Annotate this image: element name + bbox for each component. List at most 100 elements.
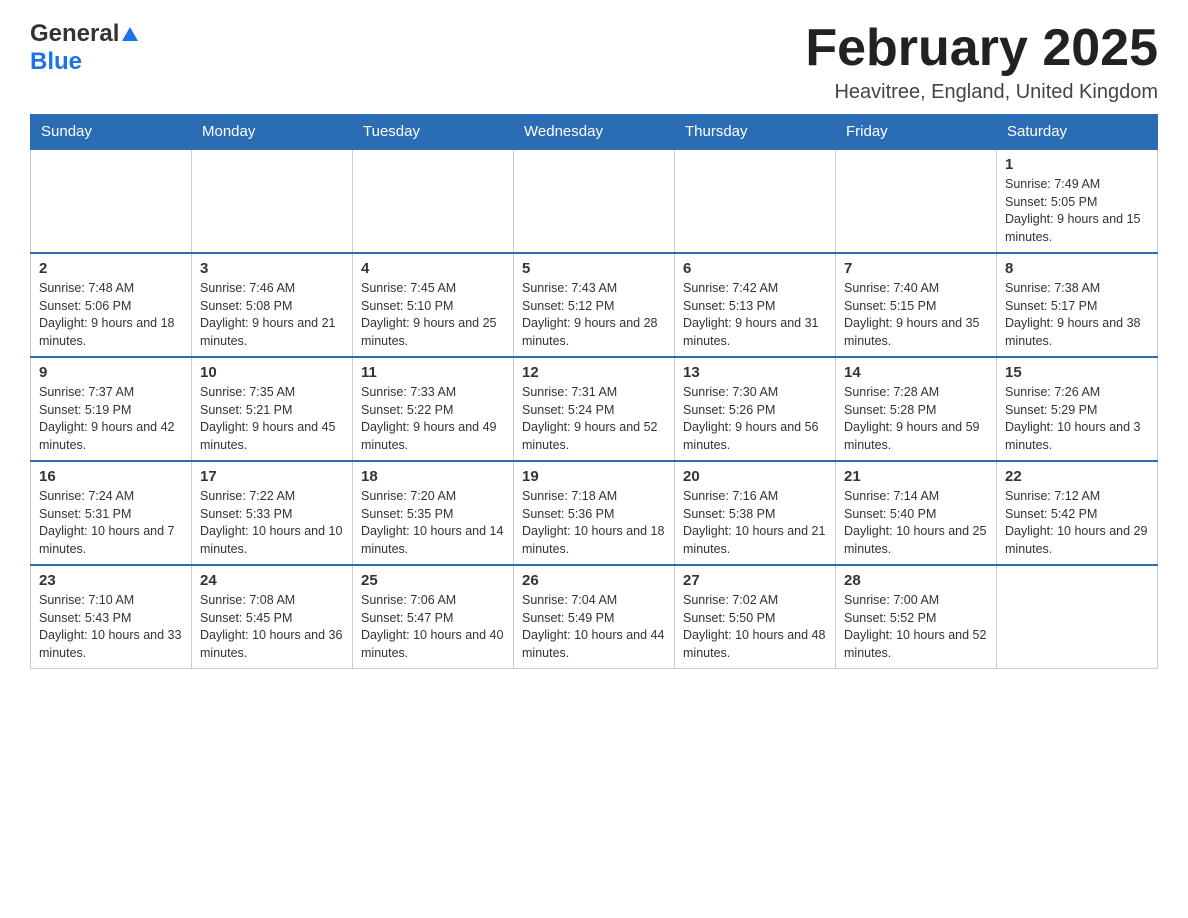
- calendar-header-row: Sunday Monday Tuesday Wednesday Thursday…: [31, 115, 1158, 150]
- day-info: Sunrise: 7:02 AM Sunset: 5:50 PM Dayligh…: [683, 592, 827, 662]
- day-info: Sunrise: 7:38 AM Sunset: 5:17 PM Dayligh…: [1005, 280, 1149, 350]
- day-number: 12: [522, 364, 666, 381]
- day-number: 6: [683, 260, 827, 277]
- day-info: Sunrise: 7:16 AM Sunset: 5:38 PM Dayligh…: [683, 488, 827, 558]
- day-number: 20: [683, 468, 827, 485]
- calendar-cell-w5-d5: 27 Sunrise: 7:02 AM Sunset: 5:50 PM Dayli…: [675, 565, 836, 669]
- calendar-cell-w4-d2: 17Sunrise: 7:22 AM Sunset: 5:33 PM Dayli…: [192, 461, 353, 565]
- calendar-cell-w3-d5: 13 Sunrise: 7:30 AM Sunset: 5:26 PM Dayli…: [675, 357, 836, 461]
- calendar-week-5: 23 Sunrise: 7:10 AM Sunset: 5:43 PM Dayli…: [31, 565, 1158, 669]
- calendar-cell-w4-d3: 18 Sunrise: 7:20 AM Sunset: 5:35 PM Dayli…: [353, 461, 514, 565]
- calendar-week-3: 9 Sunrise: 7:37 AM Sunset: 5:19 PM Daylig…: [31, 357, 1158, 461]
- calendar-cell-w5-d4: 26 Sunrise: 7:04 AM Sunset: 5:49 PM Dayli…: [514, 565, 675, 669]
- day-number: 7: [844, 260, 988, 277]
- header-thursday: Thursday: [675, 115, 836, 150]
- day-info: Sunrise: 7:18 AM Sunset: 5:36 PM Dayligh…: [522, 488, 666, 558]
- day-number: 27: [683, 572, 827, 589]
- day-number: 10: [200, 364, 344, 381]
- day-info: Sunrise: 7:43 AM Sunset: 5:12 PM Dayligh…: [522, 280, 666, 350]
- day-info: Sunrise: 7:14 AM Sunset: 5:40 PM Dayligh…: [844, 488, 988, 558]
- day-info: Sunrise: 7:45 AM Sunset: 5:10 PM Dayligh…: [361, 280, 505, 350]
- calendar-cell-w5-d2: 24 Sunrise: 7:08 AM Sunset: 5:45 PM Dayli…: [192, 565, 353, 669]
- day-info: Sunrise: 7:26 AM Sunset: 5:29 PM Dayligh…: [1005, 384, 1149, 454]
- logo-general-text: General: [30, 20, 119, 48]
- header-sunday: Sunday: [31, 115, 192, 150]
- day-number: 4: [361, 260, 505, 277]
- day-info: Sunrise: 7:04 AM Sunset: 5:49 PM Dayligh…: [522, 592, 666, 662]
- day-info: Sunrise: 7:42 AM Sunset: 5:13 PM Dayligh…: [683, 280, 827, 350]
- day-number: 28: [844, 572, 988, 589]
- day-info: Sunrise: 7:08 AM Sunset: 5:45 PM Dayligh…: [200, 592, 344, 662]
- day-info: Sunrise: 7:37 AM Sunset: 5:19 PM Dayligh…: [39, 384, 183, 454]
- day-info: Sunrise: 7:48 AM Sunset: 5:06 PM Dayligh…: [39, 280, 183, 350]
- calendar-cell-w5-d6: 28 Sunrise: 7:00 AM Sunset: 5:52 PM Dayli…: [836, 565, 997, 669]
- day-info: Sunrise: 7:35 AM Sunset: 5:21 PM Dayligh…: [200, 384, 344, 454]
- calendar-week-2: 2 Sunrise: 7:48 AM Sunset: 5:06 PM Daylig…: [31, 253, 1158, 357]
- day-info: Sunrise: 7:49 AM Sunset: 5:05 PM Dayligh…: [1005, 176, 1149, 246]
- day-number: 24: [200, 572, 344, 589]
- day-number: 21: [844, 468, 988, 485]
- calendar-cell-w3-d1: 9 Sunrise: 7:37 AM Sunset: 5:19 PM Daylig…: [31, 357, 192, 461]
- day-number: 9: [39, 364, 183, 381]
- calendar-cell-w2-d7: 8 Sunrise: 7:38 AM Sunset: 5:17 PM Daylig…: [997, 253, 1158, 357]
- calendar-cell-w1-d2: [192, 149, 353, 253]
- location-subtitle: Heavitree, England, United Kingdom: [805, 81, 1158, 104]
- calendar-cell-w2-d6: 7 Sunrise: 7:40 AM Sunset: 5:15 PM Daylig…: [836, 253, 997, 357]
- calendar-cell-w5-d1: 23 Sunrise: 7:10 AM Sunset: 5:43 PM Dayli…: [31, 565, 192, 669]
- header-saturday: Saturday: [997, 115, 1158, 150]
- day-number: 25: [361, 572, 505, 589]
- day-number: 1: [1005, 156, 1149, 173]
- calendar-cell-w4-d4: 19 Sunrise: 7:18 AM Sunset: 5:36 PM Dayli…: [514, 461, 675, 565]
- calendar-cell-w4-d1: 16Sunrise: 7:24 AM Sunset: 5:31 PM Dayli…: [31, 461, 192, 565]
- day-number: 14: [844, 364, 988, 381]
- calendar-cell-w2-d5: 6 Sunrise: 7:42 AM Sunset: 5:13 PM Daylig…: [675, 253, 836, 357]
- calendar-cell-w2-d2: 3 Sunrise: 7:46 AM Sunset: 5:08 PM Daylig…: [192, 253, 353, 357]
- calendar-cell-w1-d7: 1 Sunrise: 7:49 AM Sunset: 5:05 PM Daylig…: [997, 149, 1158, 253]
- day-number: 8: [1005, 260, 1149, 277]
- calendar-week-4: 16Sunrise: 7:24 AM Sunset: 5:31 PM Dayli…: [31, 461, 1158, 565]
- day-info: Sunrise: 7:33 AM Sunset: 5:22 PM Dayligh…: [361, 384, 505, 454]
- day-number: 26: [522, 572, 666, 589]
- calendar-cell-w1-d4: [514, 149, 675, 253]
- header-monday: Monday: [192, 115, 353, 150]
- day-info: Sunrise: 7:40 AM Sunset: 5:15 PM Dayligh…: [844, 280, 988, 350]
- day-number: 11: [361, 364, 505, 381]
- day-number: 15: [1005, 364, 1149, 381]
- logo-blue-text: Blue: [30, 48, 82, 76]
- calendar-cell-w3-d3: 11 Sunrise: 7:33 AM Sunset: 5:22 PM Dayli…: [353, 357, 514, 461]
- calendar-cell-w1-d3: [353, 149, 514, 253]
- calendar-cell-w4-d5: 20 Sunrise: 7:16 AM Sunset: 5:38 PM Dayli…: [675, 461, 836, 565]
- calendar-cell-w4-d7: 22Sunrise: 7:12 AM Sunset: 5:42 PM Dayli…: [997, 461, 1158, 565]
- day-number: 13: [683, 364, 827, 381]
- header-wednesday: Wednesday: [514, 115, 675, 150]
- calendar-cell-w3-d6: 14Sunrise: 7:28 AM Sunset: 5:28 PM Dayli…: [836, 357, 997, 461]
- calendar-cell-w1-d6: [836, 149, 997, 253]
- title-block: February 2025 Heavitree, England, United…: [805, 20, 1158, 104]
- header-friday: Friday: [836, 115, 997, 150]
- day-info: Sunrise: 7:00 AM Sunset: 5:52 PM Dayligh…: [844, 592, 988, 662]
- day-info: Sunrise: 7:46 AM Sunset: 5:08 PM Dayligh…: [200, 280, 344, 350]
- calendar-cell-w3-d7: 15 Sunrise: 7:26 AM Sunset: 5:29 PM Dayli…: [997, 357, 1158, 461]
- calendar-cell-w1-d1: [31, 149, 192, 253]
- month-title: February 2025: [805, 20, 1158, 77]
- page-header: General Blue February 2025 Heavitree, En…: [30, 20, 1158, 104]
- day-info: Sunrise: 7:31 AM Sunset: 5:24 PM Dayligh…: [522, 384, 666, 454]
- day-info: Sunrise: 7:30 AM Sunset: 5:26 PM Dayligh…: [683, 384, 827, 454]
- calendar-cell-w2-d1: 2 Sunrise: 7:48 AM Sunset: 5:06 PM Daylig…: [31, 253, 192, 357]
- calendar-cell-w4-d6: 21 Sunrise: 7:14 AM Sunset: 5:40 PM Dayli…: [836, 461, 997, 565]
- day-number: 16: [39, 468, 183, 485]
- day-number: 18: [361, 468, 505, 485]
- calendar-cell-w3-d2: 10 Sunrise: 7:35 AM Sunset: 5:21 PM Dayli…: [192, 357, 353, 461]
- day-number: 17: [200, 468, 344, 485]
- day-number: 3: [200, 260, 344, 277]
- calendar-week-1: 1 Sunrise: 7:49 AM Sunset: 5:05 PM Daylig…: [31, 149, 1158, 253]
- day-number: 23: [39, 572, 183, 589]
- day-info: Sunrise: 7:20 AM Sunset: 5:35 PM Dayligh…: [361, 488, 505, 558]
- day-number: 2: [39, 260, 183, 277]
- calendar-table: Sunday Monday Tuesday Wednesday Thursday…: [30, 114, 1158, 669]
- calendar-cell-w5-d7: [997, 565, 1158, 669]
- day-number: 22: [1005, 468, 1149, 485]
- day-info: Sunrise: 7:10 AM Sunset: 5:43 PM Dayligh…: [39, 592, 183, 662]
- logo: General Blue: [30, 20, 138, 76]
- day-number: 19: [522, 468, 666, 485]
